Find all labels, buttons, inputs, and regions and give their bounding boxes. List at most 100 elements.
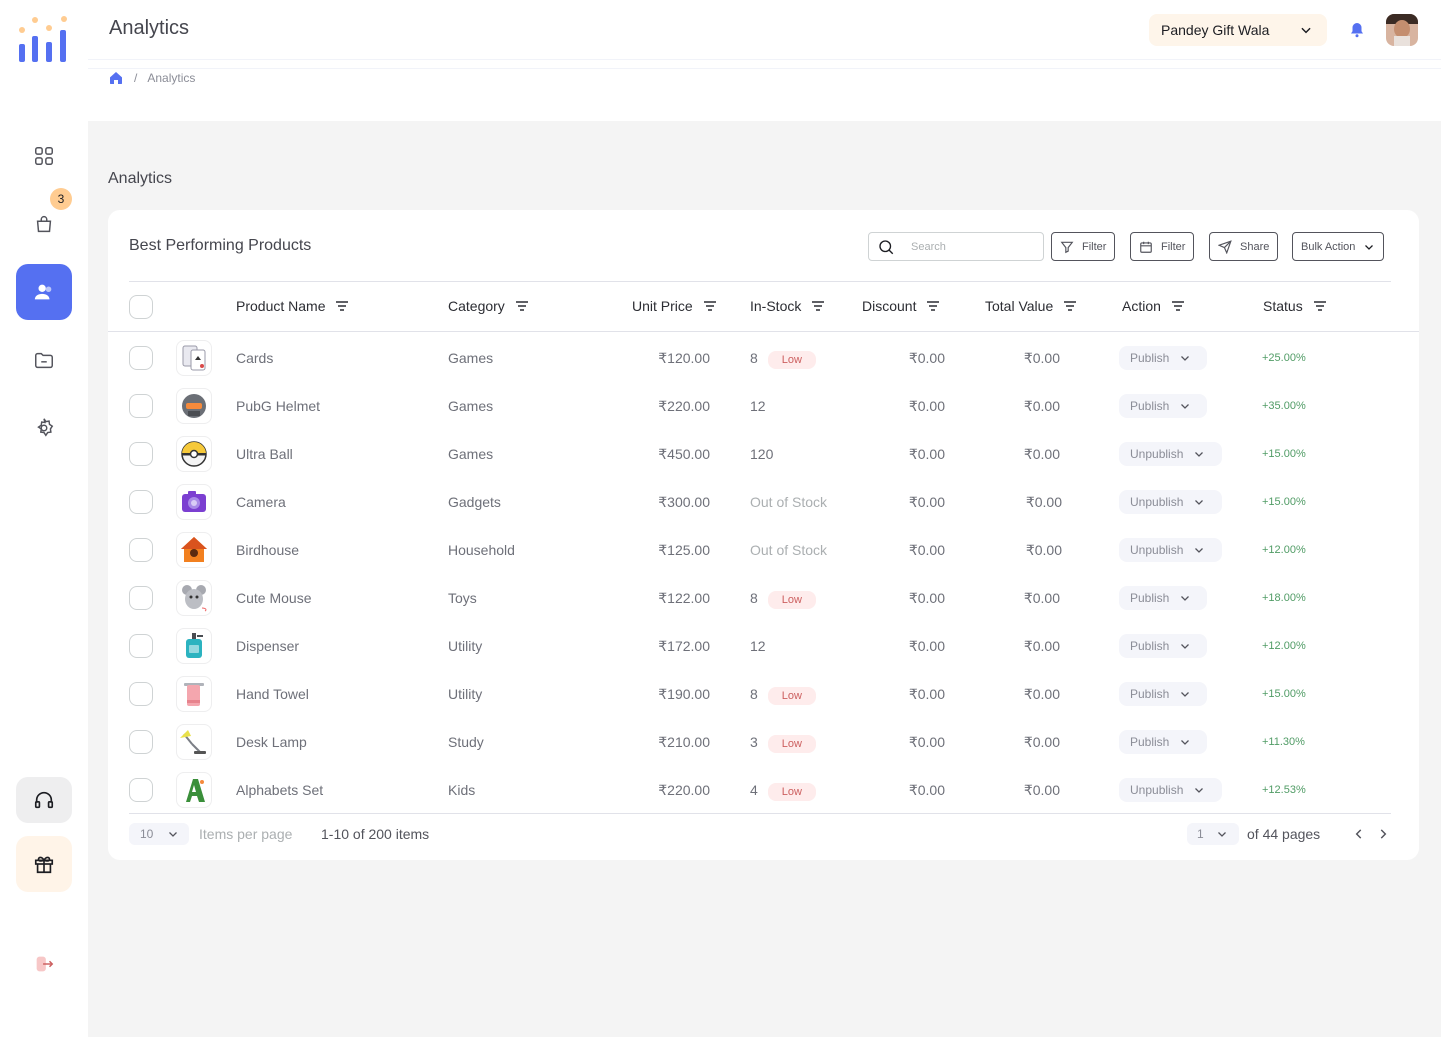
product-name[interactable]: Camera (236, 494, 286, 510)
bell-icon[interactable] (1348, 19, 1366, 39)
stock-value: Out of Stock (750, 494, 828, 510)
sidebar-item-orders[interactable]: 3 (16, 188, 72, 252)
column-header[interactable]: Product Name (236, 298, 349, 314)
table-row[interactable]: Desk Lamp Study ₹210.00 3 Low ₹0.00 ₹0.00 Publi… (108, 718, 1419, 766)
row-checkbox[interactable] (129, 538, 153, 562)
chevron-down-icon (1181, 596, 1190, 601)
product-name[interactable]: Hand Towel (236, 686, 309, 702)
bulk-action-dropdown[interactable]: Bulk Action (1292, 232, 1385, 261)
row-checkbox[interactable] (129, 442, 153, 466)
sort-icon[interactable] (1063, 300, 1077, 312)
column-header[interactable]: Total Value (985, 298, 1077, 314)
status-value: +12.00% (1262, 640, 1306, 652)
action-dropdown[interactable]: Publish (1119, 346, 1207, 370)
product-category: Toys (448, 590, 477, 606)
per-page-select[interactable]: 10 (129, 823, 189, 845)
action-label: Publish (1130, 687, 1170, 701)
prev-page-icon[interactable] (1352, 827, 1366, 841)
avatar[interactable] (1386, 14, 1418, 46)
sort-icon[interactable] (926, 300, 940, 312)
table-row[interactable]: Dispenser Utility ₹172.00 12 ₹0.00 ₹0.00 Publi… (108, 622, 1419, 670)
product-name[interactable]: Birdhouse (236, 542, 299, 558)
sort-icon[interactable] (1313, 300, 1327, 312)
table-row[interactable]: Hand Towel Utility ₹190.00 8 Low ₹0.00 ₹0.00 Pu… (108, 670, 1419, 718)
breadcrumb-current[interactable]: Analytics (147, 71, 195, 85)
product-thumbnail (176, 532, 212, 568)
gear-icon (37, 418, 54, 437)
users-icon (34, 284, 52, 300)
action-dropdown[interactable]: Publish (1119, 634, 1207, 658)
row-checkbox[interactable] (129, 634, 153, 658)
discount: ₹0.00 (908, 398, 945, 414)
sidebar-item-folder[interactable] (16, 332, 72, 388)
share-button[interactable]: Share (1209, 232, 1279, 261)
row-checkbox[interactable] (129, 490, 153, 514)
sidebar-item-customers[interactable] (16, 264, 72, 320)
table-row[interactable]: Ultra Ball Games ₹450.00 120 ₹0.00 ₹0.00 Unpub… (108, 430, 1419, 478)
row-checkbox[interactable] (129, 346, 153, 370)
gift-button[interactable] (16, 836, 72, 892)
date-filter-button[interactable]: Filter (1130, 232, 1195, 261)
action-dropdown[interactable]: Unpublish (1119, 490, 1222, 514)
column-header[interactable]: Discount (862, 298, 940, 314)
share-label: Share (1240, 240, 1270, 253)
page-select[interactable]: 1 (1187, 823, 1239, 845)
row-checkbox[interactable] (129, 394, 153, 418)
column-header-label: Discount (862, 298, 917, 314)
column-header[interactable]: Status (1263, 298, 1327, 314)
row-checkbox[interactable] (129, 730, 153, 754)
home-icon[interactable] (108, 70, 124, 86)
product-name[interactable]: Dispenser (236, 638, 299, 654)
table-row[interactable]: PubG Helmet Games ₹220.00 12 ₹0.00 ₹0.00 Publi… (108, 382, 1419, 430)
product-name[interactable]: Ultra Ball (236, 446, 293, 462)
unit-price: ₹190.00 (658, 686, 710, 702)
sidebar-item-settings[interactable] (16, 400, 72, 456)
logout-button[interactable] (16, 936, 72, 992)
select-all-checkbox[interactable] (129, 295, 153, 319)
sort-icon[interactable] (811, 300, 825, 312)
action-dropdown[interactable]: Publish (1119, 586, 1207, 610)
status-value: +15.00% (1262, 448, 1306, 460)
sort-icon[interactable] (335, 300, 349, 312)
sort-icon[interactable] (1171, 300, 1185, 312)
search-input[interactable]: Search (868, 232, 1044, 261)
shop-selector[interactable]: Pandey Gift Wala (1149, 14, 1327, 46)
sort-icon[interactable] (515, 300, 529, 312)
action-dropdown[interactable]: Publish (1119, 730, 1207, 754)
column-header[interactable]: Category (448, 298, 529, 314)
table-row[interactable]: Cute Mouse Toys ₹122.00 8 Low ₹0.00 ₹0.00 Publi… (108, 574, 1419, 622)
row-checkbox[interactable] (129, 586, 153, 610)
unit-price: ₹300.00 (658, 494, 710, 510)
action-dropdown[interactable]: Publish (1119, 394, 1207, 418)
column-header[interactable]: Action (1122, 298, 1185, 314)
action-label: Unpublish (1130, 783, 1184, 797)
product-name[interactable]: Cute Mouse (236, 590, 311, 606)
table-row[interactable]: Birdhouse Household ₹125.00 Out of Stock ₹0.… (108, 526, 1419, 574)
send-icon (1218, 239, 1232, 254)
top-header: Analytics Pandey Gift Wala (88, 0, 1441, 60)
action-dropdown[interactable]: Publish (1119, 682, 1207, 706)
action-dropdown[interactable]: Unpublish (1119, 538, 1222, 562)
sort-icon[interactable] (703, 300, 717, 312)
column-header[interactable]: Unit Price (632, 298, 717, 314)
product-name[interactable]: Desk Lamp (236, 734, 307, 750)
support-button[interactable] (16, 777, 72, 823)
product-name[interactable]: Cards (236, 350, 273, 366)
filter-button[interactable]: Filter (1051, 232, 1116, 261)
table-row[interactable]: Alphabets Set Kids ₹220.00 4 Low ₹0.00 ₹0.00 Un… (108, 766, 1419, 814)
table-row[interactable]: Cards Games ₹120.00 8 Low ₹0.00 ₹0.00 Publish +2… (108, 334, 1419, 382)
action-dropdown[interactable]: Unpublish (1119, 442, 1222, 466)
sidebar-item-dashboard[interactable] (16, 128, 72, 184)
product-name[interactable]: Alphabets Set (236, 782, 323, 798)
product-name[interactable]: PubG Helmet (236, 398, 320, 414)
chevron-down-icon (1195, 500, 1204, 505)
in-stock: Out of Stock (750, 494, 827, 510)
action-dropdown[interactable]: Unpublish (1119, 778, 1222, 802)
stock-value: 8 (750, 590, 758, 606)
row-checkbox[interactable] (129, 682, 153, 706)
next-page-icon[interactable] (1376, 827, 1390, 841)
row-checkbox[interactable] (129, 778, 153, 802)
total-value: ₹0.00 (1023, 350, 1060, 366)
column-header[interactable]: In-Stock (750, 298, 825, 314)
table-row[interactable]: Camera Gadgets ₹300.00 Out of Stock ₹0.00 ₹0.… (108, 478, 1419, 526)
